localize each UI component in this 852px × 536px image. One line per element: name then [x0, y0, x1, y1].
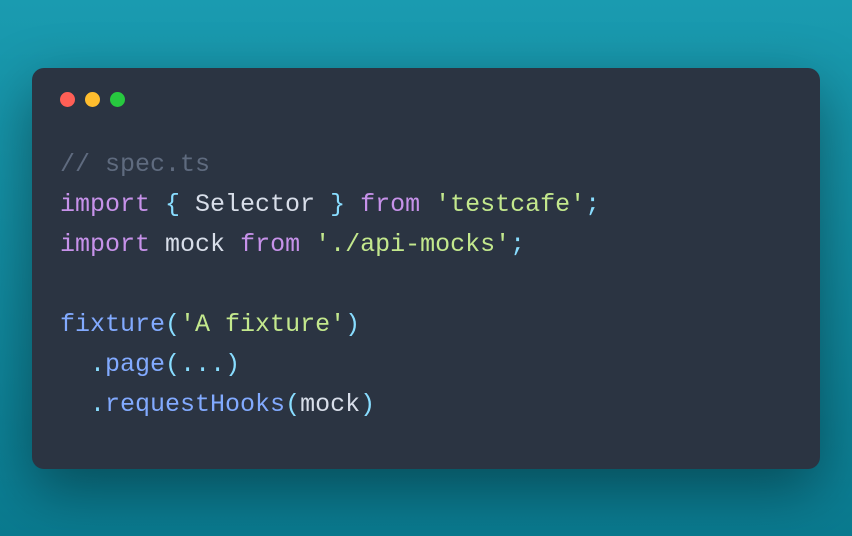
paren-close: )	[360, 390, 375, 419]
space	[420, 190, 435, 219]
close-icon[interactable]	[60, 92, 75, 107]
string-api-mocks: './api-mocks'	[315, 230, 510, 259]
paren-close: )	[225, 350, 240, 379]
paren-open: (	[165, 350, 180, 379]
maximize-icon[interactable]	[110, 92, 125, 107]
brace-open: {	[150, 190, 195, 219]
dot-operator: .	[90, 390, 105, 419]
semicolon: ;	[585, 190, 600, 219]
method-page: page	[105, 350, 165, 379]
brace-close: }	[315, 190, 360, 219]
func-fixture: fixture	[60, 310, 165, 339]
space	[150, 230, 165, 259]
code-block: // spec.ts import { Selector } from 'tes…	[60, 145, 792, 425]
paren-close: )	[345, 310, 360, 339]
space	[225, 230, 240, 259]
code-window: // spec.ts import { Selector } from 'tes…	[32, 68, 820, 469]
string-fixture-name: 'A fixture'	[180, 310, 345, 339]
keyword-import: import	[60, 190, 150, 219]
arg-mock: mock	[300, 390, 360, 419]
indent	[60, 350, 90, 379]
identifier-mock: mock	[165, 230, 225, 259]
keyword-from: from	[240, 230, 300, 259]
method-requesthooks: requestHooks	[105, 390, 285, 419]
minimize-icon[interactable]	[85, 92, 100, 107]
semicolon: ;	[510, 230, 525, 259]
identifier-selector: Selector	[195, 190, 315, 219]
paren-open: (	[165, 310, 180, 339]
keyword-import: import	[60, 230, 150, 259]
code-comment: // spec.ts	[60, 150, 210, 179]
paren-open: (	[285, 390, 300, 419]
keyword-from: from	[360, 190, 420, 219]
window-titlebar	[60, 92, 792, 107]
indent	[60, 390, 90, 419]
dot-operator: .	[90, 350, 105, 379]
string-testcafe: 'testcafe'	[435, 190, 585, 219]
spread-operator: ...	[180, 350, 225, 379]
space	[300, 230, 315, 259]
